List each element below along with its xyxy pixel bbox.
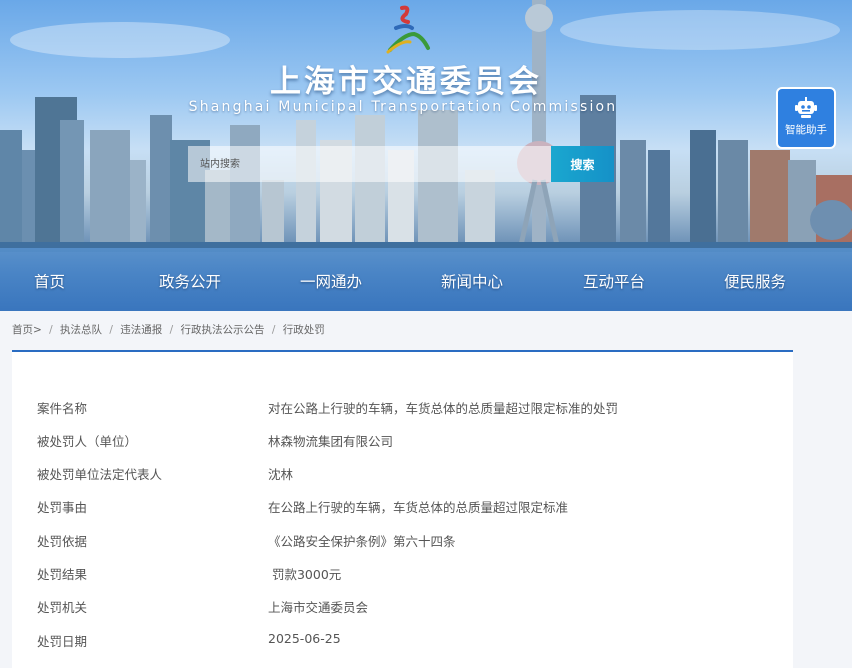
breadcrumb-admin-penalty[interactable]: 行政处罚 [283,324,325,336]
main-nav: 首页 政务公开 一网通办 新闻中心 互动平台 便民服务 [0,262,852,302]
search-button[interactable]: 搜索 [551,146,614,182]
breadcrumb-separator: / [109,324,113,336]
breadcrumb-violation-notice[interactable]: 违法通报 [120,324,162,336]
detail-value: 对在公路上行驶的车辆，车货总体的总质量超过限定标准的处罚 [268,401,619,416]
detail-row-date: 处罚日期 2025-06-25 [12,631,793,651]
nav-item-interaction[interactable]: 互动平台 [583,270,645,292]
nav-item-public-services[interactable]: 便民服务 [724,270,786,292]
breadcrumb-home[interactable]: 首页> [12,324,42,336]
detail-value: 上海市交通委员会 [268,600,369,615]
detail-row-legal-basis: 处罚依据 《公路安全保护条例》第六十四条 [12,531,793,551]
detail-value: 沈林 [268,467,294,482]
breadcrumb-law-enforcement[interactable]: 执法总队 [60,324,102,336]
site-subtitle: Shanghai Municipal Transportation Commis… [188,99,618,115]
logo-icon [386,5,430,54]
detail-row-authority: 处罚机关 上海市交通委员会 [12,597,793,617]
penalty-details-card: 案件名称 对在公路上行驶的车辆，车货总体的总质量超过限定标准的处罚 被处罚人（单… [12,352,793,668]
breadcrumb-separator: / [169,324,174,336]
detail-value: 在公路上行驶的车辆，车货总体的总质量超过限定标准 [268,500,569,515]
detail-row-penalized-party: 被处罚人（单位） 林森物流集团有限公司 [12,431,793,451]
smart-assistant-button[interactable]: 智能助手 [776,87,836,149]
nav-item-news-center[interactable]: 新闻中心 [441,270,503,292]
header-banner: 上海市交通委员会 Shanghai Municipal Transportati… [0,0,852,311]
detail-row-case-name: 案件名称 对在公路上行驶的车辆，车货总体的总质量超过限定标准的处罚 [12,398,793,418]
detail-key: 案件名称 [37,401,88,416]
breadcrumb: 首页> / 执法总队 / 违法通报 / 行政执法公示公告 / 行政处罚 [12,322,325,337]
detail-key: 处罚日期 [37,634,88,649]
detail-key: 被处罚人（单位） [37,434,138,449]
nav-item-online-services[interactable]: 一网通办 [300,270,362,292]
detail-key: 被处罚单位法定代表人 [37,467,163,482]
detail-row-legal-representative: 被处罚单位法定代表人 沈林 [12,464,793,484]
detail-key: 处罚结果 [37,567,88,582]
nav-item-home[interactable]: 首页 [34,270,65,292]
breadcrumb-public-announcement[interactable]: 行政执法公示公告 [181,324,265,336]
nav-item-government-affairs[interactable]: 政务公开 [159,270,221,292]
detail-row-reason: 处罚事由 在公路上行驶的车辆，车货总体的总质量超过限定标准 [12,497,793,517]
detail-key: 处罚机关 [37,600,88,615]
detail-key: 处罚依据 [37,534,88,549]
detail-value: 《公路安全保护条例》第六十四条 [268,534,456,549]
detail-value: 罚款3000元 [268,567,342,582]
detail-value: 2025-06-25 [268,631,341,646]
site-title: 上海市交通委员会 [270,64,542,100]
detail-value: 林森物流集团有限公司 [268,434,394,449]
detail-key: 处罚事由 [37,500,88,515]
robot-icon [795,97,817,118]
detail-row-result: 处罚结果 罚款3000元 [12,564,793,584]
breadcrumb-separator: / [49,324,53,336]
search-input[interactable] [188,146,552,182]
breadcrumb-separator: / [271,324,276,336]
assistant-label: 智能助手 [785,124,827,136]
